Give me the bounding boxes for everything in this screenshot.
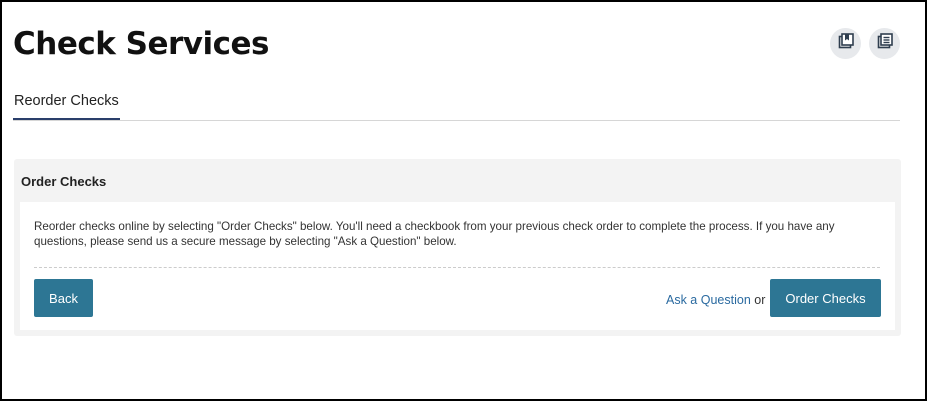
document-list-icon [877,33,893,54]
bookmark-icon [838,33,854,54]
header-actions [830,28,900,59]
document-list-button[interactable] [869,28,900,59]
order-checks-card: Order Checks Reorder checks online by se… [14,159,901,336]
card-title: Order Checks [21,174,107,189]
back-button[interactable]: Back [34,279,93,317]
ask-question-link[interactable]: Ask a Question [666,293,751,307]
order-checks-button[interactable]: Order Checks [770,279,881,317]
divider [34,267,880,268]
ask-question-row: Ask a Question or [666,293,765,307]
card-description: Reorder checks online by selecting "Orde… [34,220,835,248]
or-text: or [754,293,766,307]
tab-bar: Reorder Checks [13,92,900,121]
card-body: Reorder checks online by selecting "Orde… [20,202,895,330]
page-frame: Check Services Reorder Checks Order Chec… [0,0,927,401]
bookmark-button[interactable] [830,28,861,59]
page-title: Check Services [13,26,269,62]
tab-reorder-checks[interactable]: Reorder Checks [13,93,120,120]
